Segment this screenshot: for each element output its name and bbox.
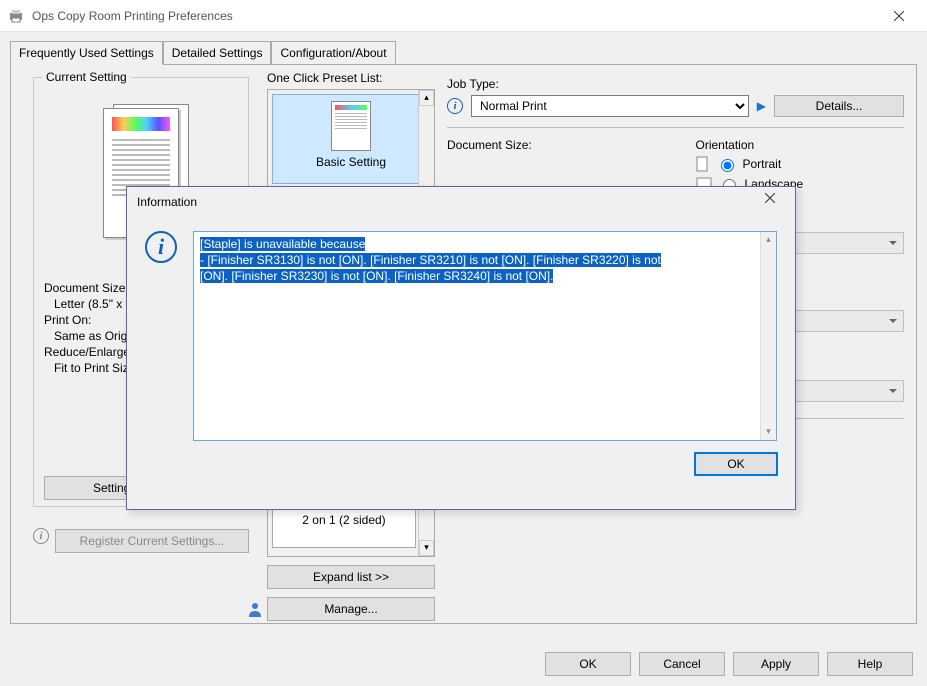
job-type-label: Job Type: bbox=[447, 77, 904, 91]
orientation-portrait-radio[interactable] bbox=[721, 159, 734, 172]
information-textbox[interactable]: [Staple] is unavailable because - [Finis… bbox=[193, 231, 777, 441]
tab-frequently-used[interactable]: Frequently Used Settings bbox=[10, 41, 163, 65]
preset-list-label: One Click Preset List: bbox=[267, 71, 435, 85]
modal-title: Information bbox=[137, 195, 755, 209]
scroll-up-icon[interactable]: ▴ bbox=[419, 90, 434, 106]
information-dialog: Information i [Staple] is unavailable be… bbox=[126, 186, 796, 510]
register-settings-button: Register Current Settings... bbox=[55, 529, 249, 553]
orientation-label: Orientation bbox=[696, 138, 905, 152]
document-size-label: Document Size: bbox=[447, 138, 656, 152]
tab-configuration-about[interactable]: Configuration/About bbox=[271, 41, 395, 65]
current-setting-legend: Current Setting bbox=[42, 70, 131, 84]
info-line2b: [ON]. [Finisher SR3230] is not [ON]. [Fi… bbox=[200, 269, 553, 283]
info-icon: i bbox=[33, 528, 49, 544]
info-icon: i bbox=[145, 231, 177, 263]
info-line1: [Staple] is unavailable because bbox=[200, 237, 365, 251]
info-line2a: - [Finisher SR3130] is not [ON]. [Finish… bbox=[200, 253, 661, 267]
titlebar: Ops Copy Room Printing Preferences bbox=[0, 0, 927, 32]
info-icon[interactable]: i bbox=[447, 98, 463, 114]
orientation-portrait-label: Portrait bbox=[743, 157, 782, 171]
cancel-button[interactable]: Cancel bbox=[639, 652, 725, 676]
scroll-up-icon[interactable]: ▴ bbox=[761, 232, 776, 248]
modal-ok-button[interactable]: OK bbox=[695, 453, 777, 475]
manage-button[interactable]: Manage... bbox=[267, 597, 435, 621]
preset-item-label: Basic Setting bbox=[316, 155, 386, 169]
user-icon bbox=[247, 601, 263, 617]
window-close-button[interactable] bbox=[879, 2, 919, 30]
apply-button[interactable]: Apply bbox=[733, 652, 819, 676]
printer-icon bbox=[8, 8, 24, 24]
scroll-down-icon[interactable]: ▾ bbox=[761, 424, 776, 440]
details-button[interactable]: Details... bbox=[774, 95, 904, 117]
preset-item-label: 2 on 1 (2 sided) bbox=[302, 513, 385, 527]
scroll-down-icon[interactable]: ▾ bbox=[419, 540, 434, 556]
window-title: Ops Copy Room Printing Preferences bbox=[32, 9, 879, 23]
modal-close-button[interactable] bbox=[755, 190, 785, 214]
info-scrollbar[interactable]: ▴ ▾ bbox=[760, 232, 776, 440]
help-button[interactable]: Help bbox=[827, 652, 913, 676]
close-icon bbox=[894, 11, 904, 21]
expand-list-button[interactable]: Expand list >> bbox=[267, 565, 435, 589]
job-type-select[interactable]: Normal Print bbox=[471, 95, 749, 117]
ok-button[interactable]: OK bbox=[545, 652, 631, 676]
tab-detailed-settings[interactable]: Detailed Settings bbox=[163, 41, 272, 65]
dialog-footer: OK Cancel Apply Help bbox=[545, 652, 913, 676]
close-icon bbox=[765, 193, 775, 203]
tab-strip: Frequently Used Settings Detailed Settin… bbox=[10, 40, 917, 64]
preset-item-basic[interactable]: Basic Setting bbox=[272, 94, 430, 184]
modal-titlebar: Information bbox=[127, 187, 795, 217]
portrait-icon bbox=[696, 156, 710, 172]
play-icon[interactable]: ▶ bbox=[757, 99, 766, 113]
